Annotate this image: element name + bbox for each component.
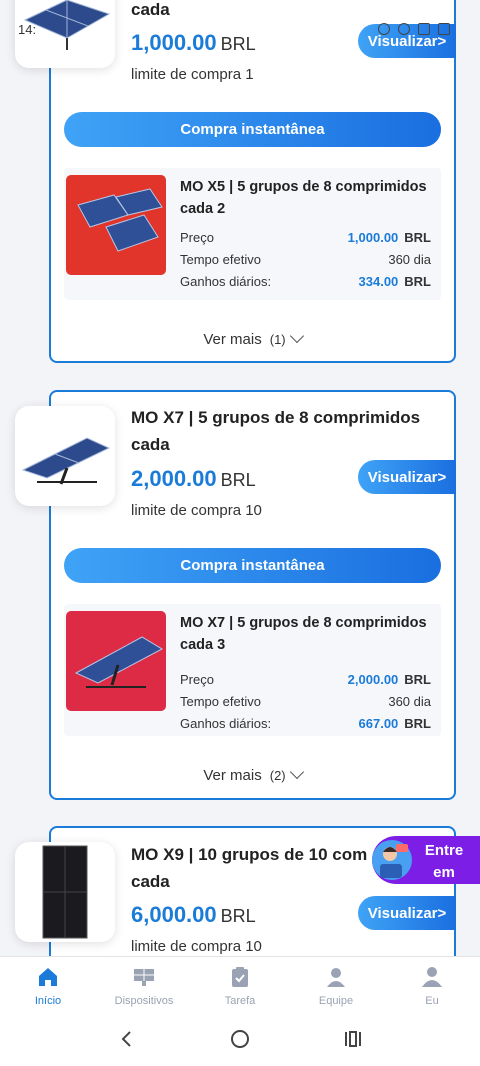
view-button[interactable]: Visualizar> xyxy=(358,24,456,58)
plan-card[interactable]: MO X5 | 5 grupos de 8 comprimidos cada 2… xyxy=(64,168,441,300)
recents-button[interactable] xyxy=(333,1019,373,1059)
product-thumbnail xyxy=(15,0,115,68)
product-thumbnail xyxy=(15,406,115,506)
purchase-limit: limite de compra 10 xyxy=(131,502,262,519)
nav-item-task[interactable]: Tarefa xyxy=(192,957,288,1012)
plan-image xyxy=(66,611,166,711)
support-chat-button[interactable]: Entre em xyxy=(372,836,480,884)
system-nav-bar xyxy=(0,1012,480,1066)
purchase-limit: limite de compra 1 xyxy=(131,66,254,83)
back-icon xyxy=(121,1031,131,1047)
plan-image xyxy=(66,175,166,275)
plan-price-row: Preço 1,000.00 BRL xyxy=(180,230,431,245)
nav-item-devices[interactable]: Dispositivos xyxy=(96,957,192,1012)
chevron-down-icon xyxy=(289,764,304,780)
plan-earnings-row: Ganhos diários: 334.00 BRL xyxy=(180,274,431,289)
user-icon xyxy=(422,967,442,987)
see-more-link[interactable]: Ver mais (1) xyxy=(49,328,456,348)
plan-price-row: Preço 2,000.00 BRL xyxy=(180,672,431,687)
support-agent-icon xyxy=(372,840,412,880)
product-title: MO X7 | 5 grupos de 8 comprimidos cada xyxy=(131,408,421,454)
instant-buy-button[interactable]: Compra instantânea xyxy=(64,548,441,583)
plan-title: MO X7 | 5 grupos de 8 comprimidos cada 3 xyxy=(180,615,427,653)
support-label: Entre em xyxy=(424,842,464,881)
plan-earnings-row: Ganhos diários: 667.00 BRL xyxy=(180,716,431,731)
home-system-button[interactable] xyxy=(220,1019,260,1059)
home-icon xyxy=(39,968,57,986)
nav-item-me[interactable]: Eu xyxy=(384,957,480,1012)
nav-item-home[interactable]: Início xyxy=(0,957,96,1012)
bottom-nav: Início Dispositivos Tarefa Equipe Eu xyxy=(0,956,480,1012)
circle-home-icon xyxy=(230,1030,249,1048)
view-button[interactable]: Visualizar> xyxy=(358,460,456,494)
product-thumbnail xyxy=(15,842,115,942)
solar-panel-icon xyxy=(23,0,111,50)
product-title: cada xyxy=(131,0,170,19)
solar-panel-icon xyxy=(21,437,111,485)
product-price: 2,000.00 BRL xyxy=(131,466,256,491)
solar-panel-icon xyxy=(77,188,163,252)
instant-buy-button[interactable]: Compra instantânea xyxy=(64,112,441,147)
product-price: 1,000.00 BRL xyxy=(131,30,256,55)
view-button[interactable]: Visualizar> xyxy=(358,896,456,930)
plan-title: MO X5 | 5 grupos de 8 comprimidos cada 2 xyxy=(180,179,427,217)
product-price: 6,000.00 BRL xyxy=(131,902,256,927)
plan-term-row: Tempo efetivo 360 dia xyxy=(180,252,431,267)
plan-card[interactable]: MO X7 | 5 grupos de 8 comprimidos cada 3… xyxy=(64,604,441,736)
plan-term-row: Tempo efetivo 360 dia xyxy=(180,694,431,709)
see-more-link[interactable]: Ver mais (2) xyxy=(49,764,456,784)
clipboard-check-icon xyxy=(232,967,248,987)
solar-panel-icon xyxy=(74,636,164,688)
back-button[interactable] xyxy=(107,1019,147,1059)
solar-panel-icon xyxy=(134,969,154,986)
solar-panel-icon xyxy=(42,845,88,939)
team-icon xyxy=(327,968,345,987)
nav-item-team[interactable]: Equipe xyxy=(288,957,384,1012)
chevron-down-icon xyxy=(289,328,304,344)
recents-icon xyxy=(345,1031,362,1047)
purchase-limit: limite de compra 10 xyxy=(131,938,262,955)
